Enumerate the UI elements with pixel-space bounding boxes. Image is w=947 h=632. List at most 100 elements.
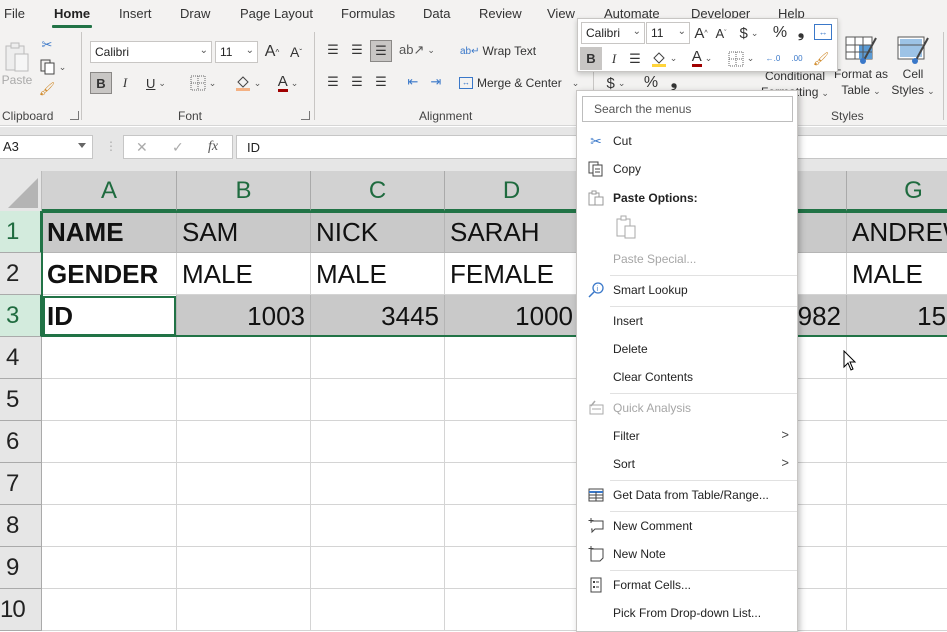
mini-font-size-select[interactable]: 11 ⌄ <box>646 22 690 44</box>
row-header-4[interactable]: 4 <box>0 337 42 379</box>
cell-d2[interactable]: FEMALE <box>445 253 579 295</box>
column-header-g[interactable]: G <box>847 171 947 211</box>
cell-d8[interactable] <box>445 505 579 547</box>
cell-c2[interactable]: MALE <box>311 253 445 295</box>
menu-item-copy[interactable]: Copy <box>577 156 797 182</box>
cell-a9[interactable] <box>42 547 177 589</box>
align-right-button[interactable]: ☰ <box>372 73 390 91</box>
font-launcher[interactable] <box>301 111 310 120</box>
cell-g1[interactable]: ANDREW <box>847 211 947 253</box>
column-header-c[interactable]: C <box>311 171 445 211</box>
bold-button[interactable]: B <box>90 72 112 94</box>
cell-b2[interactable]: MALE <box>177 253 311 295</box>
mini-format-painter-button[interactable]: 🖌 <box>810 47 832 70</box>
align-center-button[interactable]: ☰ <box>348 73 366 91</box>
cell-g9[interactable] <box>847 547 947 589</box>
cell-d6[interactable] <box>445 421 579 463</box>
mini-font-color-button[interactable]: A ⌄ <box>686 47 718 70</box>
cell-a3[interactable]: ID <box>42 295 177 337</box>
menu-item-insert[interactable]: Insert <box>577 308 797 334</box>
enter-icon[interactable]: ✓ <box>172 139 184 156</box>
borders-button[interactable]: ⌄ <box>185 72 221 94</box>
cell-b4[interactable] <box>177 337 311 379</box>
cell-c3[interactable]: 3445 <box>311 295 445 337</box>
menu-item-clear-contents[interactable]: Clear Contents <box>577 364 797 390</box>
cell-d4[interactable] <box>445 337 579 379</box>
cell-b3[interactable]: 1003 <box>177 295 311 337</box>
mini-comma-button[interactable]: ❟ <box>794 22 808 44</box>
cell-b5[interactable] <box>177 379 311 421</box>
font-name-select[interactable]: Calibri ⌄ <box>90 41 212 63</box>
row-header-3[interactable]: 3 <box>0 295 42 337</box>
cell-a2[interactable]: GENDER <box>42 253 177 295</box>
menu-item-filter[interactable]: Filter > <box>577 423 797 449</box>
merge-center-button[interactable]: ↔ Merge & Center ⌄ <box>459 73 579 93</box>
font-color-button[interactable]: A ⌄ <box>271 72 305 94</box>
mini-percent-button[interactable]: % <box>770 22 790 44</box>
select-all-button[interactable] <box>0 171 42 211</box>
cell-g3[interactable]: 1500 <box>847 295 947 337</box>
mini-decrease-decimal-button[interactable]: .00 <box>786 47 808 70</box>
mini-merge-button[interactable]: ↔ <box>814 24 832 40</box>
cell-a8[interactable] <box>42 505 177 547</box>
cell-c1[interactable]: NICK <box>311 211 445 253</box>
cell-b6[interactable] <box>177 421 311 463</box>
paste-option-default-button[interactable] <box>615 215 639 241</box>
tab-page-layout[interactable]: Page Layout <box>240 6 313 21</box>
tab-insert[interactable]: Insert <box>119 6 152 21</box>
paste-button[interactable]: Paste <box>2 34 32 94</box>
name-box[interactable]: A3 <box>0 135 93 159</box>
cut-button[interactable]: ✂ <box>38 36 56 54</box>
align-left-button[interactable]: ☰ <box>324 73 342 91</box>
menu-item-new-note[interactable]: New Note <box>577 541 797 567</box>
mini-borders-button[interactable]: ⌄ <box>724 47 758 70</box>
mini-center-button[interactable]: ☰ <box>626 47 644 70</box>
column-header-b[interactable]: B <box>177 171 311 211</box>
top-align-button[interactable]: ☰ <box>324 41 342 59</box>
cell-b10[interactable] <box>177 589 311 631</box>
cell-d1[interactable]: SARAH <box>445 211 579 253</box>
tab-draw[interactable]: Draw <box>180 6 210 21</box>
cell-c4[interactable] <box>311 337 445 379</box>
cell-b8[interactable] <box>177 505 311 547</box>
mini-shrink-font-button[interactable]: Aˇ <box>712 22 730 44</box>
row-header-1[interactable]: 1 <box>0 211 42 253</box>
cell-c8[interactable] <box>311 505 445 547</box>
fill-color-button[interactable]: ⌄ <box>231 72 265 94</box>
increase-indent-button[interactable]: ⇥ <box>427 73 445 91</box>
cell-d7[interactable] <box>445 463 579 505</box>
tab-data[interactable]: Data <box>423 6 450 21</box>
cell-d9[interactable] <box>445 547 579 589</box>
bottom-align-button[interactable]: ☰ <box>370 40 392 62</box>
cell-b9[interactable] <box>177 547 311 589</box>
menu-search-input[interactable]: Search the menus <box>582 96 793 122</box>
menu-item-pick-from-list[interactable]: Pick From Drop-down List... <box>577 600 797 626</box>
menu-item-delete[interactable]: Delete <box>577 336 797 362</box>
mini-font-name-select[interactable]: Calibri ⌄ <box>581 22 645 44</box>
cell-g8[interactable] <box>847 505 947 547</box>
mini-currency-button[interactable]: $ ⌄ <box>734 22 764 44</box>
column-header-a[interactable]: A <box>42 171 177 211</box>
cell-a10[interactable] <box>42 589 177 631</box>
row-header-9[interactable]: 9 <box>0 547 42 589</box>
cell-g10[interactable] <box>847 589 947 631</box>
format-painter-button[interactable]: 🖌 <box>38 80 56 98</box>
row-header-7[interactable]: 7 <box>0 463 42 505</box>
column-header-d[interactable]: D <box>445 171 579 211</box>
tab-file[interactable]: File <box>4 6 25 21</box>
row-header-5[interactable]: 5 <box>0 379 42 421</box>
cell-g4[interactable] <box>847 337 947 379</box>
cell-a4[interactable] <box>42 337 177 379</box>
cell-d10[interactable] <box>445 589 579 631</box>
wrap-text-button[interactable]: ab↵ Wrap Text <box>460 41 536 61</box>
clipboard-launcher[interactable] <box>70 111 79 120</box>
cell-a1[interactable]: NAME <box>42 211 177 253</box>
middle-align-button[interactable]: ☰ <box>348 41 366 59</box>
menu-item-format-cells[interactable]: Format Cells... <box>577 572 797 598</box>
font-size-select[interactable]: 11 ⌄ <box>215 41 258 63</box>
row-header-2[interactable]: 2 <box>0 253 42 295</box>
cell-a5[interactable] <box>42 379 177 421</box>
copy-button[interactable]: ⌄ <box>38 58 68 76</box>
italic-button[interactable]: I <box>116 72 134 94</box>
insert-function-icon[interactable]: fx <box>208 139 218 155</box>
